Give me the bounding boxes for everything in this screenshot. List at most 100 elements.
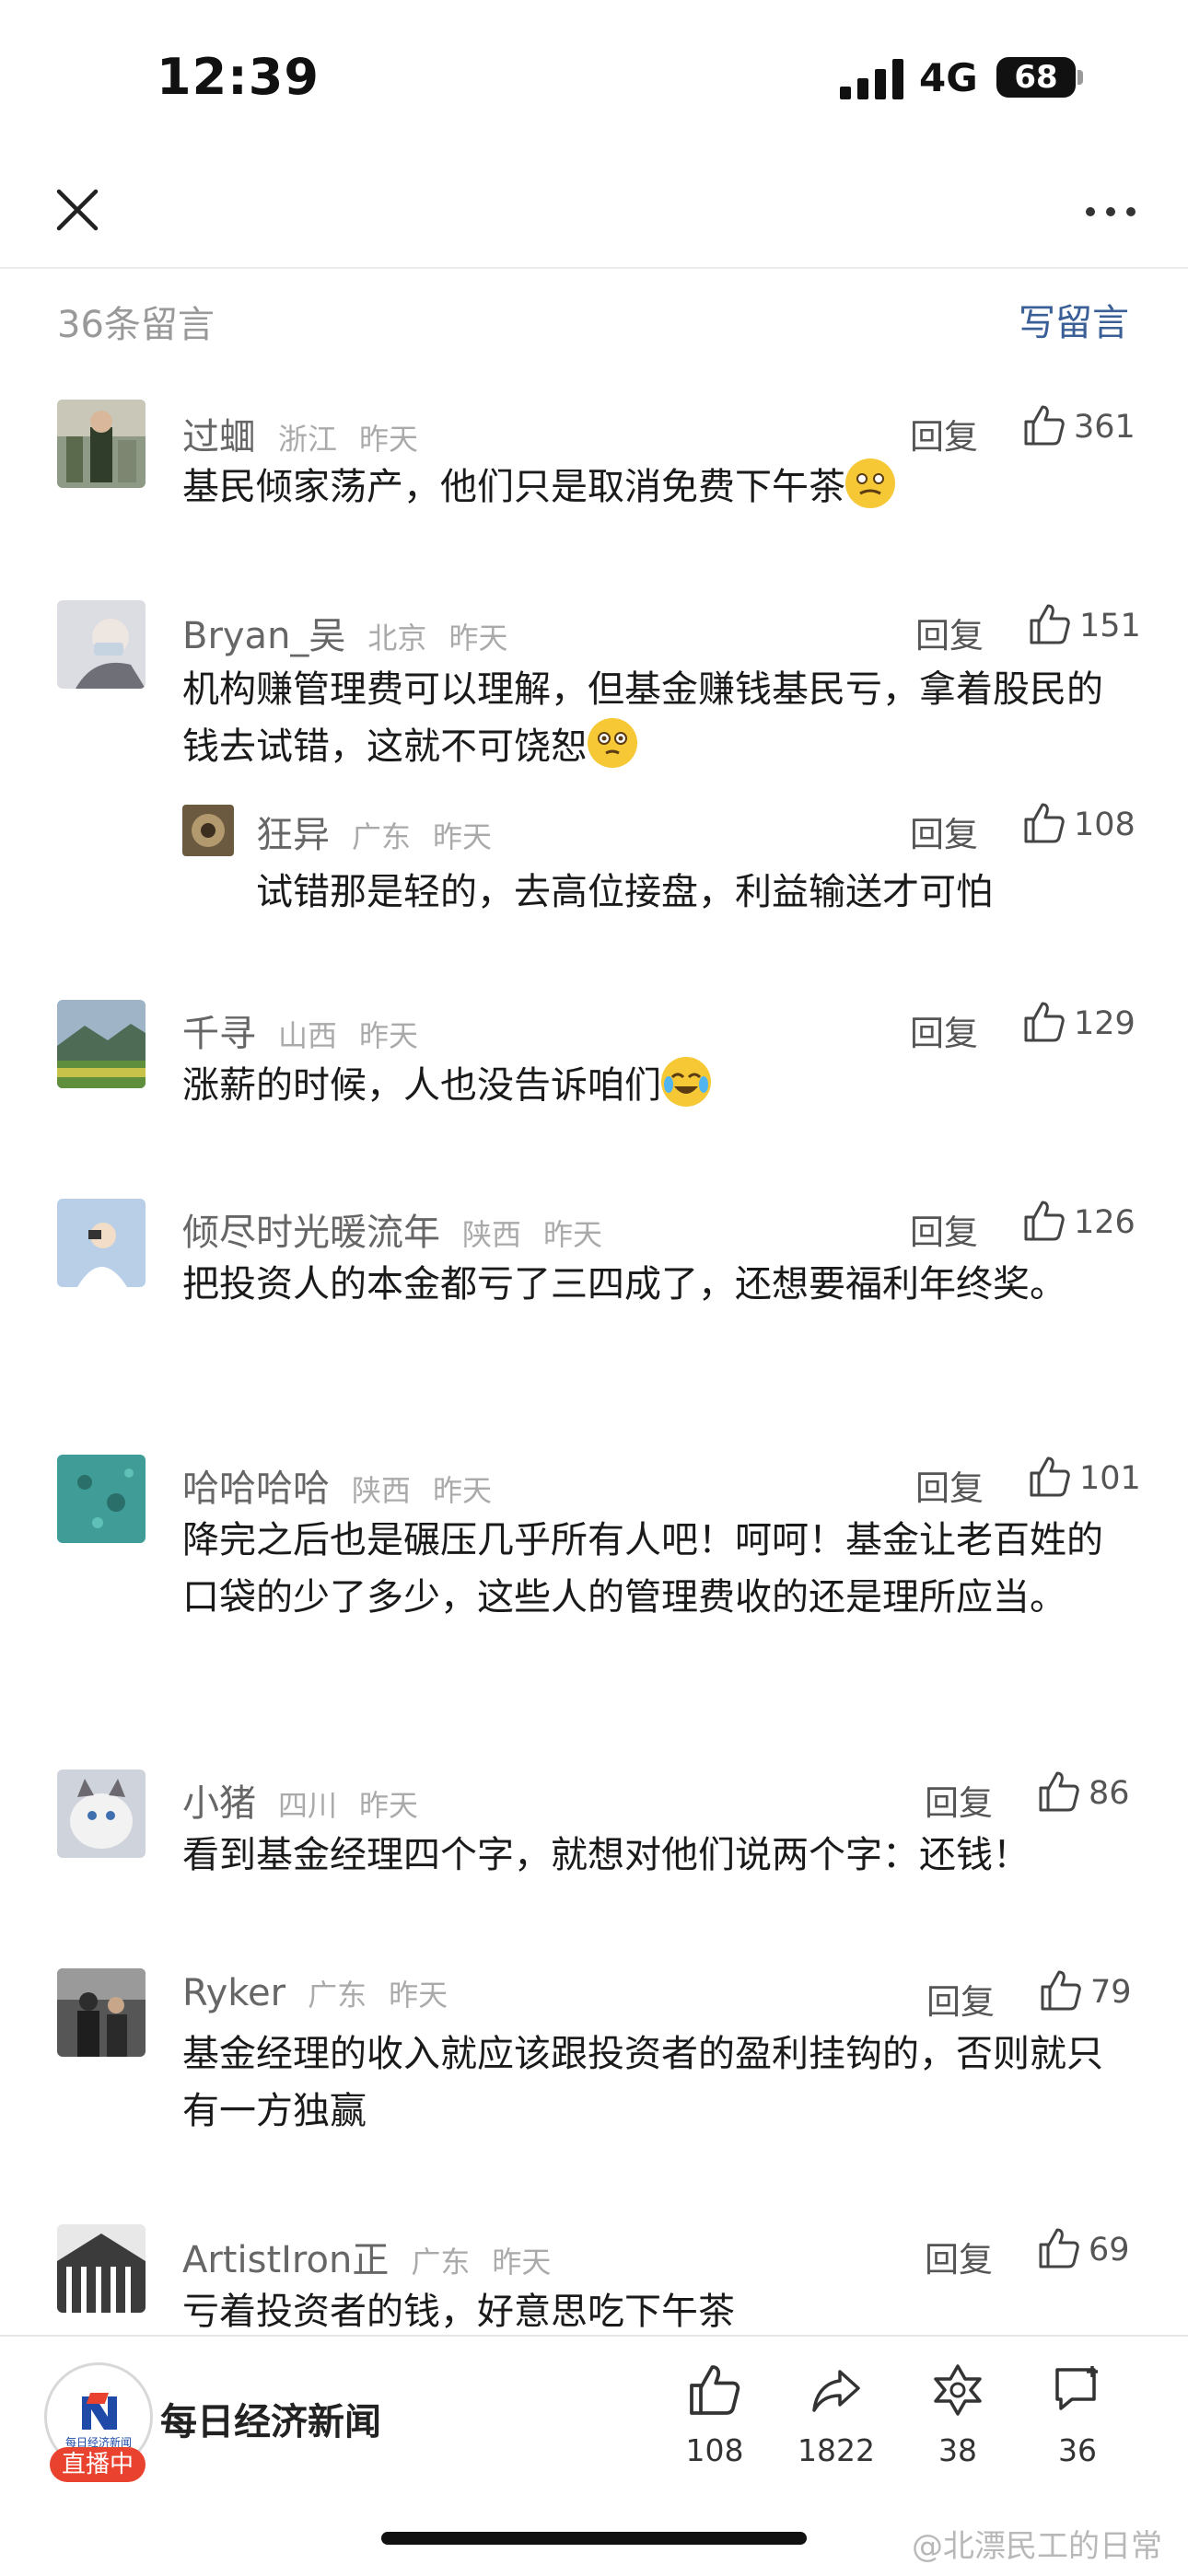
top-bar <box>0 166 1188 269</box>
comment-author[interactable]: 过蜖 <box>182 416 256 458</box>
comment-time: 昨天 <box>389 1978 448 2013</box>
comment-text: 亏着投资者的钱，好意思吃下午茶 <box>182 2291 735 2333</box>
sub-reply-region: 广东 <box>352 819 412 854</box>
watermark: @北漂民工的日常 <box>912 2528 1162 2565</box>
like-count: 108 <box>1074 806 1136 843</box>
sub-reply-author[interactable]: 狂异 <box>256 814 330 856</box>
comment-total: 36 <box>1058 2432 1097 2468</box>
battery-tip <box>1077 70 1083 85</box>
favorite-total: 38 <box>938 2432 977 2468</box>
avatar[interactable] <box>57 1455 146 1543</box>
share-action[interactable]: 1822 <box>781 2362 891 2468</box>
thumbs-up-icon <box>1030 604 1070 644</box>
flushed-face-icon <box>588 718 637 768</box>
comment-author[interactable]: 千寻 <box>182 1013 256 1055</box>
reply-button[interactable]: 回复 <box>915 608 984 657</box>
reply-button[interactable]: 回复 <box>915 1460 984 1510</box>
like-action[interactable]: 108 <box>659 2362 770 2468</box>
avatar[interactable] <box>182 805 234 856</box>
comment-author[interactable]: 哈哈哈哈 <box>182 1468 330 1510</box>
reply-button[interactable]: 回复 <box>910 1005 978 1055</box>
comment-region: 浙江 <box>278 422 338 457</box>
comment-author-line: Ryker 广东 昨天 <box>182 1972 448 2018</box>
like-count: 79 <box>1090 1974 1132 2011</box>
favorite-action[interactable]: 38 <box>903 2362 1013 2468</box>
reply-button[interactable]: 回复 <box>910 806 978 856</box>
avatar[interactable] <box>57 400 146 488</box>
comment-region: 广东 <box>308 1978 367 2013</box>
comment-count-label: 36条留言 <box>57 304 215 346</box>
avatar[interactable] <box>57 600 146 689</box>
comment-time: 昨天 <box>543 1217 603 1252</box>
reply-button[interactable]: 回复 <box>925 1775 993 1825</box>
write-comment-button[interactable]: 写留言 <box>1019 293 1129 346</box>
reply-button[interactable]: 回复 <box>910 1204 978 1254</box>
comment-time: 昨天 <box>359 1788 419 1823</box>
avatar[interactable] <box>57 1770 146 1858</box>
comment-text: 降完之后也是碾压几乎所有人吧！呵呵！基金让老百姓的口袋的少了多少，这些人的管理费… <box>182 1519 1103 1619</box>
comment-text: 把投资人的本金都亏了三四成了，还想要福利年终奖。 <box>182 1263 1066 1305</box>
network-type: 4G <box>919 55 978 100</box>
comment-text: 涨薪的时候，人也没告诉咱们 <box>182 1057 1103 1114</box>
share-total: 1822 <box>798 2432 875 2468</box>
comment-time: 昨天 <box>359 1018 419 1053</box>
home-indicator[interactable] <box>381 2532 807 2545</box>
reply-button[interactable]: 回复 <box>926 1974 995 2024</box>
comment-author[interactable]: 倾尽时光暖流年 <box>182 1212 440 1254</box>
comment-text: 基民倾家荡产，他们只是取消免费下午茶 <box>182 458 1103 516</box>
comment-region: 陕西 <box>352 1473 412 1508</box>
comment-time: 昨天 <box>359 422 419 457</box>
reply-button[interactable]: 回复 <box>910 409 978 458</box>
comment-author-line: 过蜖 浙江 昨天 <box>182 407 418 458</box>
signal-icon <box>840 59 903 99</box>
like-count: 129 <box>1074 1005 1136 1042</box>
thumbs-up-icon <box>1024 1201 1065 1241</box>
battery-icon: 68 <box>996 57 1076 98</box>
comment-text: 基金经理的收入就应该跟投资者的盈利挂钩的，否则就只有一方独赢 <box>182 2033 1103 2132</box>
comment-author[interactable]: Ryker <box>182 1972 285 2014</box>
comment-region: 陕西 <box>462 1217 522 1252</box>
comment-time: 昨天 <box>492 2245 552 2280</box>
comment-author[interactable]: ArtistIron正 <box>182 2239 389 2281</box>
comment-author-line: 千寻 山西 昨天 <box>182 1004 419 1055</box>
thumbs-up-icon <box>1041 1970 1081 2011</box>
thumbs-up-icon <box>1039 2228 1079 2269</box>
comment-author[interactable]: 小猪 <box>182 1782 256 1825</box>
reply-button[interactable]: 回复 <box>925 2232 993 2281</box>
crying-laughing-icon <box>661 1057 711 1107</box>
sub-reply-time: 昨天 <box>433 819 493 854</box>
sub-reply-text: 试错那是轻的，去高位接盘，利益输送才可怕 <box>256 871 993 913</box>
status-time: 12:39 <box>157 48 320 106</box>
share-icon <box>812 2370 860 2412</box>
live-badge[interactable]: 直播中 <box>50 2447 146 2482</box>
status-bar: 12:39 4G 68 <box>0 0 1188 147</box>
comment-action[interactable]: 36 <box>1022 2362 1133 2468</box>
like-count: 69 <box>1089 2232 1130 2269</box>
close-icon[interactable] <box>52 184 103 236</box>
like-count: 86 <box>1089 1775 1130 1812</box>
comment-author[interactable]: Bryan_吴 <box>182 615 345 657</box>
avatar[interactable] <box>57 2224 146 2313</box>
comment-author-line: ArtistIron正 广东 昨天 <box>182 2230 551 2281</box>
avatar[interactable] <box>57 1199 146 1287</box>
comment-author-line: Bryan_吴 北京 昨天 <box>182 606 507 657</box>
thumbs-up-icon <box>1024 803 1065 843</box>
avatar[interactable] <box>57 1968 146 2057</box>
comment-region: 北京 <box>367 621 427 656</box>
like-count: 101 <box>1079 1460 1141 1497</box>
thumbs-up-icon <box>1039 1771 1079 1812</box>
thumbs-up-icon <box>690 2365 740 2415</box>
like-count: 126 <box>1074 1204 1136 1241</box>
comment-add-icon <box>1055 2366 1098 2410</box>
comment-author-line: 哈哈哈哈 陕西 昨天 <box>182 1458 492 1510</box>
comments-header: 36条留言 写留言 <box>0 276 1188 359</box>
like-total: 108 <box>685 2432 744 2468</box>
avatar[interactable] <box>57 1000 146 1088</box>
comment-author-line: 小猪 四川 昨天 <box>182 1773 418 1825</box>
more-icon[interactable] <box>1083 203 1138 221</box>
thumbs-up-icon <box>1024 1002 1065 1042</box>
favorite-icon <box>934 2364 982 2416</box>
comment-author-line: 倾尽时光暖流年 陕西 昨天 <box>182 1202 602 1254</box>
publisher-name[interactable]: 每日经济新闻 <box>160 2392 381 2445</box>
thumbs-up-icon <box>1024 405 1065 446</box>
